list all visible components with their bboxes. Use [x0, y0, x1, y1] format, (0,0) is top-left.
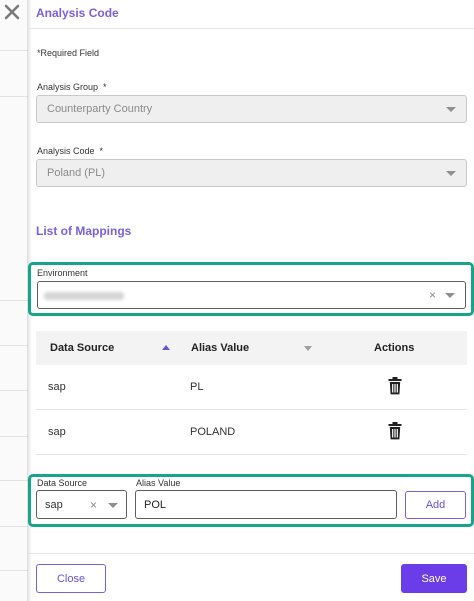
background-divider	[0, 345, 28, 346]
environment-value-redacted	[44, 292, 124, 300]
caret-down-icon	[446, 171, 456, 176]
save-button[interactable]: Save	[401, 564, 467, 593]
cell-data-source: sap	[48, 426, 66, 438]
sort-asc-icon[interactable]	[162, 345, 170, 350]
close-icon[interactable]	[2, 2, 22, 22]
add-data-source-label: Data Source	[37, 478, 88, 488]
sort-icon[interactable]	[304, 346, 312, 351]
cell-alias-value: POLAND	[190, 426, 236, 438]
background-divider	[0, 436, 28, 437]
background-divider	[0, 390, 28, 391]
caret-down-icon[interactable]	[108, 503, 118, 508]
required-mark: *	[103, 82, 107, 92]
alias-value-input[interactable]	[135, 490, 397, 519]
column-data-source[interactable]: Data Source	[50, 342, 114, 354]
analysis-code-value: Poland (PL)	[47, 167, 106, 179]
data-source-clear-icon[interactable]: ×	[90, 499, 97, 511]
environment-select[interactable]: ×	[37, 281, 466, 309]
analysis-code-label: Analysis Code *	[37, 146, 104, 156]
table-row: sap POLAND	[36, 410, 467, 455]
background-divider	[0, 570, 28, 571]
caret-down-icon	[446, 107, 456, 112]
column-alias-value[interactable]: Alias Value	[191, 342, 249, 354]
cell-data-source: sap	[48, 381, 66, 393]
data-source-value: sap	[45, 499, 63, 511]
add-button[interactable]: Add	[405, 491, 466, 519]
analysis-code-select[interactable]: Poland (PL)	[36, 159, 467, 187]
caret-down-icon[interactable]	[445, 293, 455, 298]
required-mark: *	[99, 146, 104, 156]
background-page	[0, 0, 28, 601]
mappings-table-header: Data Source Alias Value Actions	[36, 331, 467, 365]
environment-clear-icon[interactable]: ×	[429, 289, 436, 301]
analysis-group-select[interactable]: Counterparty Country	[36, 95, 467, 123]
environment-label: Environment	[37, 268, 88, 278]
background-divider	[0, 300, 28, 301]
data-source-select[interactable]: sap ×	[36, 490, 127, 519]
background-divider	[0, 526, 28, 527]
trash-icon[interactable]	[388, 422, 402, 440]
header-divider	[28, 28, 474, 29]
cell-alias-value: PL	[190, 381, 204, 393]
background-divider	[0, 480, 28, 481]
analysis-group-label: Analysis Group *	[37, 82, 107, 92]
background-divider	[0, 50, 28, 51]
mappings-title: List of Mappings	[36, 224, 132, 238]
add-alias-label: Alias Value	[136, 478, 181, 488]
close-button[interactable]: Close	[36, 564, 106, 593]
table-row: sap PL	[36, 365, 467, 410]
trash-icon[interactable]	[388, 377, 402, 395]
column-actions: Actions	[374, 342, 415, 354]
background-divider	[0, 96, 28, 97]
analysis-group-value: Counterparty Country	[47, 103, 153, 115]
footer-divider	[28, 553, 474, 554]
panel-title: Analysis Code	[36, 6, 119, 20]
required-field-note: *Required Field	[37, 48, 100, 58]
